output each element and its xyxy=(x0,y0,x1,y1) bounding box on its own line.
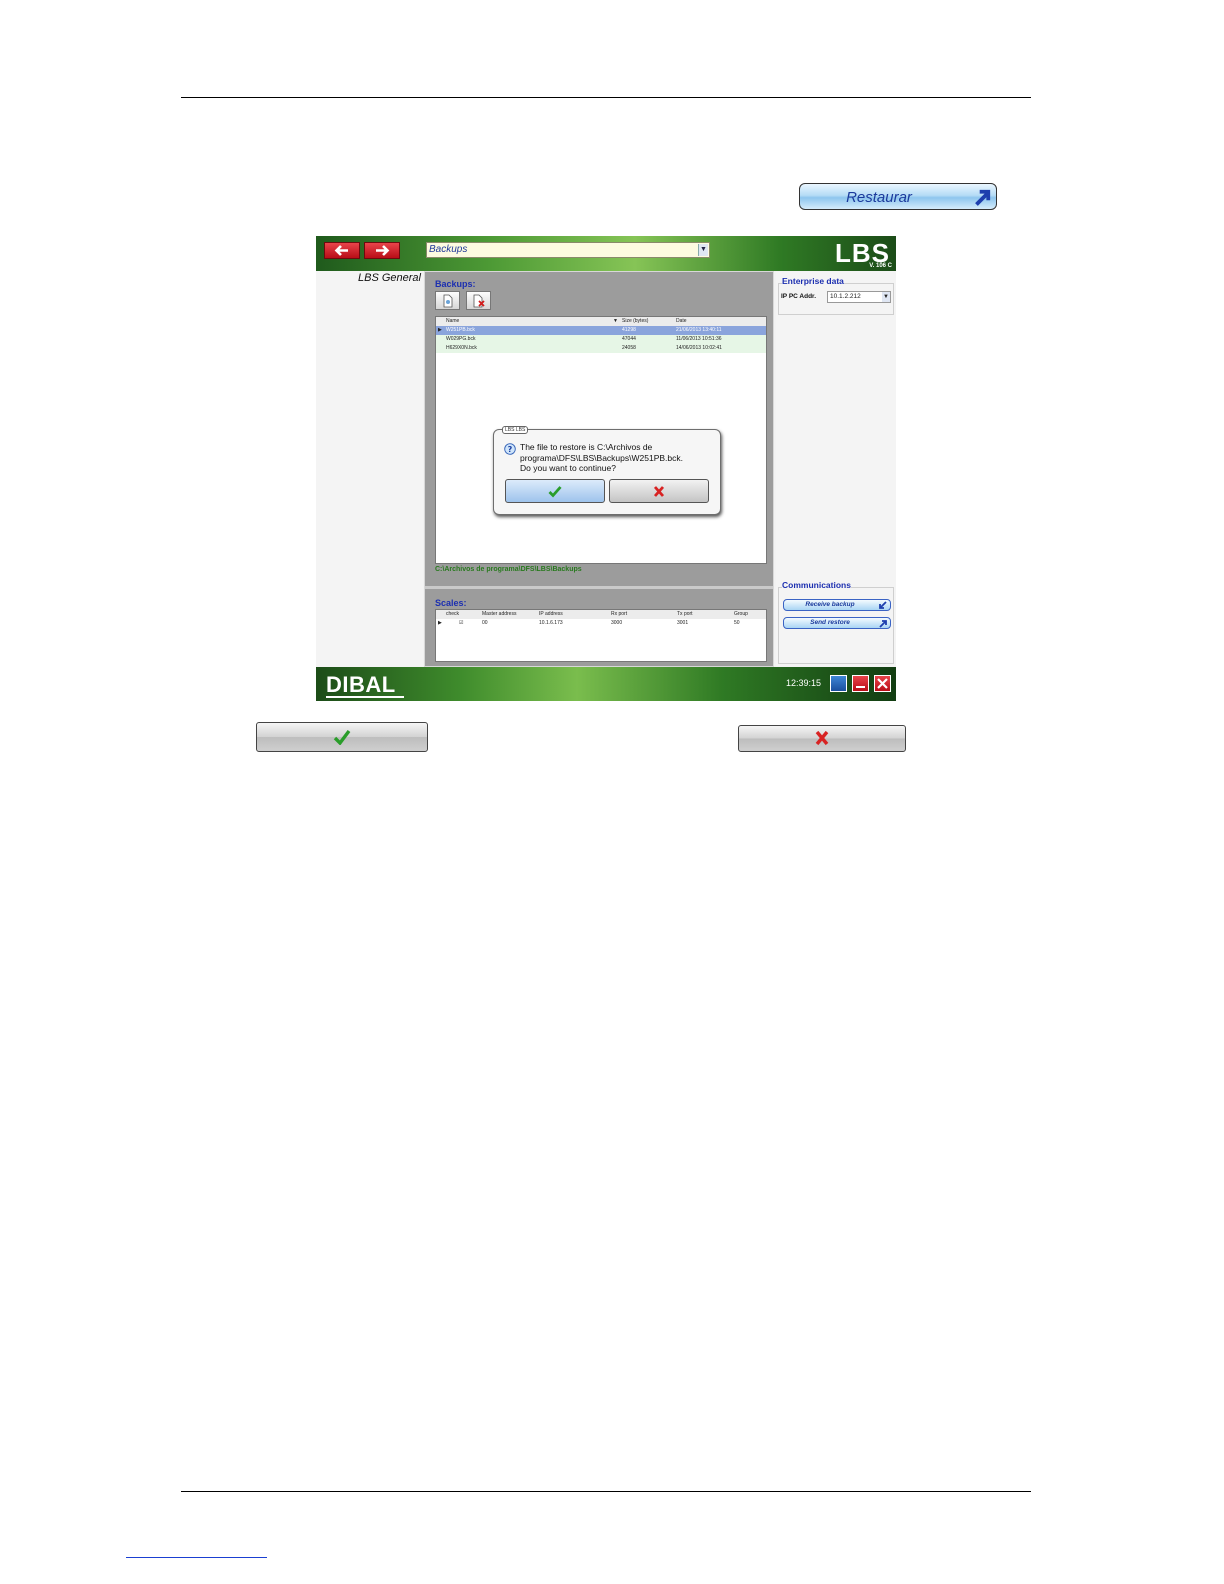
column-header-master[interactable]: Master address xyxy=(482,610,516,619)
send-restore-button[interactable]: Send restore xyxy=(783,617,891,629)
bottom-bar: DIBAL 12:39:15 xyxy=(316,667,896,701)
window-close-button[interactable] xyxy=(874,675,891,692)
check-icon xyxy=(548,486,562,498)
restore-confirm-dialog: LBS LBS ? The file to restore is C:\Arch… xyxy=(493,426,721,515)
back-button[interactable] xyxy=(324,242,360,259)
question-icon: ? xyxy=(504,443,516,455)
backups-title: Backups: xyxy=(435,279,476,289)
clock: 12:39:15 xyxy=(786,678,822,688)
dibal-logo: DIBAL xyxy=(326,672,396,697)
restaurar-button-label: Restaurar xyxy=(846,189,912,206)
footer-link-underline[interactable] xyxy=(126,1557,267,1558)
dialog-cancel-button[interactable] xyxy=(609,479,709,503)
row-pointer-icon: ▶ xyxy=(438,620,442,626)
window-restore-button[interactable] xyxy=(830,675,847,692)
column-header-tx[interactable]: Tx port xyxy=(677,610,693,619)
column-header-ip[interactable]: IP address xyxy=(539,610,563,619)
section-select-value: Backups xyxy=(429,244,468,255)
column-header-check[interactable]: check xyxy=(446,610,459,619)
column-header-name[interactable]: Name xyxy=(446,317,459,326)
column-header-date[interactable]: Date xyxy=(676,317,687,326)
communications-legend: Communications xyxy=(782,580,851,590)
cancel-button[interactable] xyxy=(738,725,906,752)
backups-path: C:\Archivos de programa\DFS\LBS\Backups xyxy=(435,566,582,573)
right-pane: Enterprise data IP PC Addr. 10.1.2.212 ▼… xyxy=(776,271,896,667)
svg-text:?: ? xyxy=(508,445,513,454)
column-header-size[interactable]: Size (bytes) xyxy=(622,317,648,326)
dialog-message: The file to restore is C:\Archivos de pr… xyxy=(520,442,683,473)
lbs-app-window: Backups ▼ LBS V. 106 C LBS General Backu… xyxy=(316,236,896,701)
header-rule xyxy=(181,97,1031,98)
minimize-icon xyxy=(856,686,865,688)
restaurar-button[interactable]: Restaurar xyxy=(799,183,997,210)
check-icon xyxy=(333,729,351,745)
table-row[interactable]: W029PG.bck 47044 11/06/2013 10:51:36 xyxy=(436,335,766,344)
arrow-right-icon xyxy=(376,245,390,256)
close-icon xyxy=(877,678,888,689)
section-select[interactable]: Backups ▼ xyxy=(426,242,710,258)
table-row[interactable]: ▶ ☑ 00 10.1.6.173 3000 3001 50 xyxy=(436,619,766,628)
scales-title: Scales: xyxy=(435,598,467,608)
close-x-icon xyxy=(653,486,665,497)
top-bar: Backups ▼ LBS V. 106 C xyxy=(316,236,896,271)
forward-button[interactable] xyxy=(364,242,400,259)
footer-rule xyxy=(181,1491,1031,1492)
arrow-up-right-icon xyxy=(975,189,991,206)
arrow-up-right-icon xyxy=(879,620,887,628)
scale-checkbox[interactable]: ☑ xyxy=(459,619,463,628)
delete-backup-button[interactable] xyxy=(466,291,491,310)
table-row[interactable]: H629X0N.bck 24058 14/06/2013 10:02:41 xyxy=(436,344,766,353)
sort-arrow-icon: ▼ xyxy=(613,318,618,324)
enterprise-data-legend: Enterprise data xyxy=(782,276,844,286)
left-pane-title: LBS General xyxy=(358,272,421,284)
left-pane: LBS General xyxy=(316,271,423,667)
table-row[interactable]: ▶ W251PB.bck 41298 21/06/2013 13:40:11 xyxy=(436,326,766,335)
new-document-icon xyxy=(443,294,453,308)
pane-divider xyxy=(425,586,773,589)
receive-backup-button[interactable]: Receive backup xyxy=(783,599,891,611)
version-label: V. 106 C xyxy=(869,263,892,269)
close-x-icon xyxy=(815,730,829,746)
chevron-down-icon[interactable]: ▼ xyxy=(698,244,708,256)
communications-group: Communications Receive backup Send resto… xyxy=(778,580,894,664)
arrow-left-icon xyxy=(334,245,348,256)
dibal-logo-underline xyxy=(326,696,404,698)
row-pointer-icon: ▶ xyxy=(438,327,442,333)
ip-pc-label: IP PC Addr. xyxy=(781,293,817,300)
column-header-rx[interactable]: Rx port xyxy=(611,610,627,619)
delete-document-icon xyxy=(473,294,485,308)
scales-table: check Master address IP address Rx port … xyxy=(435,609,767,662)
dialog-tag: LBS LBS xyxy=(502,426,529,434)
dialog-confirm-button[interactable] xyxy=(505,479,605,503)
new-backup-button[interactable] xyxy=(435,291,460,310)
ip-pc-select[interactable]: 10.1.2.212 ▼ xyxy=(827,291,891,303)
enterprise-data-group: Enterprise data IP PC Addr. 10.1.2.212 ▼ xyxy=(778,276,894,315)
window-minimize-button[interactable] xyxy=(852,675,869,692)
accept-button[interactable] xyxy=(256,722,428,752)
column-header-group[interactable]: Group xyxy=(734,610,748,619)
arrow-down-left-icon xyxy=(879,601,887,609)
chevron-down-icon[interactable]: ▼ xyxy=(882,292,890,302)
